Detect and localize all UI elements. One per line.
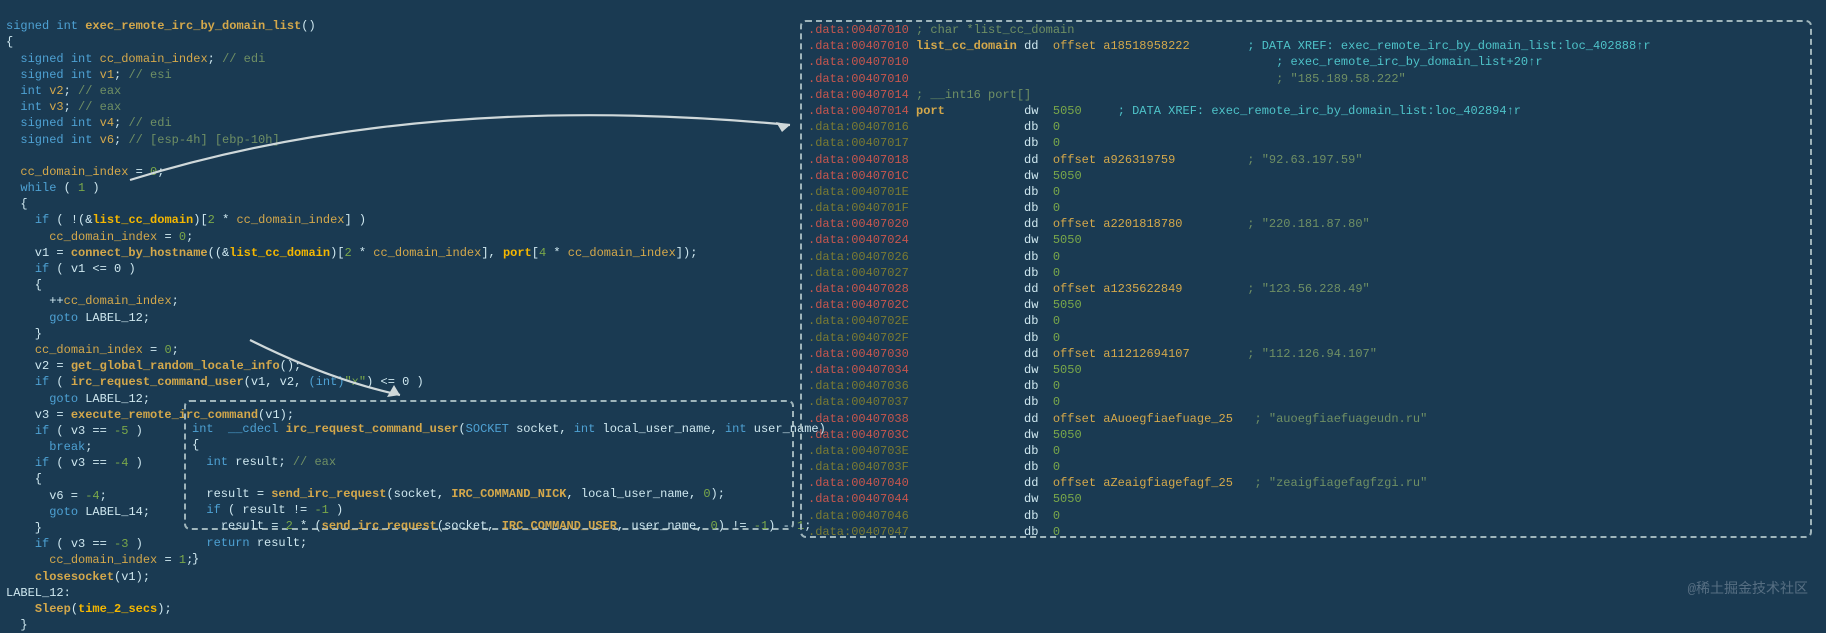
ida-data-section: .data:00407010 ; char *list_cc_domain .d…: [800, 20, 1812, 538]
decompiled-function-inner: int __cdecl irc_request_command_user(SOC…: [184, 400, 794, 530]
watermark: @稀土掘金技术社区: [1688, 581, 1808, 600]
decompiled-function-left: signed int exec_remote_irc_by_domain_lis…: [6, 2, 786, 633]
